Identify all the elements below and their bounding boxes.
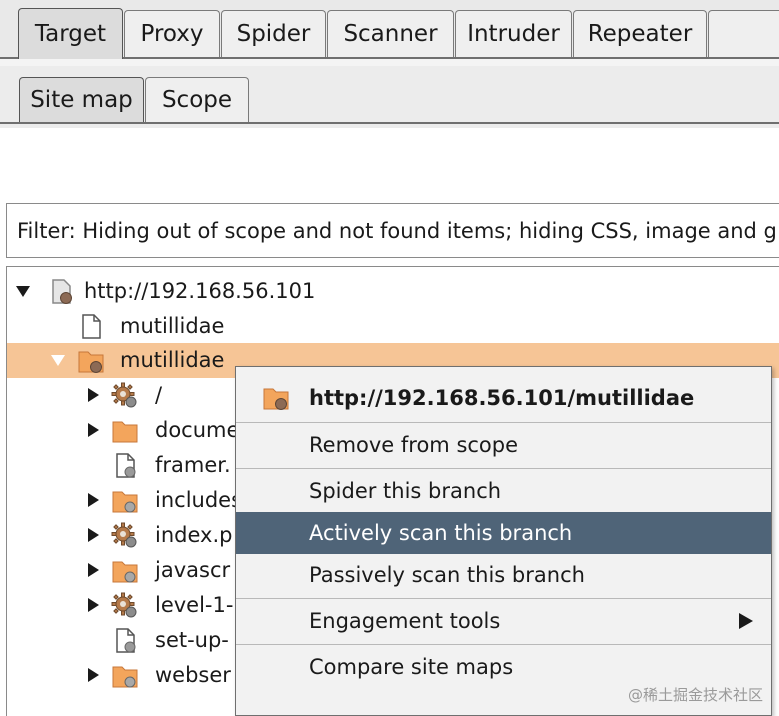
tree-node-label: framer. <box>155 453 231 477</box>
host-icon <box>47 278 75 305</box>
expand-arrow-icon[interactable] <box>88 528 99 542</box>
folder-icon <box>111 417 139 444</box>
file-icon <box>77 313 105 340</box>
expand-arrow-icon[interactable] <box>88 388 99 402</box>
filter-bar[interactable]: Filter: Hiding out of scope and not foun… <box>6 203 779 258</box>
expand-arrow-icon[interactable] <box>88 493 99 507</box>
tree-node-label: docume <box>155 418 240 442</box>
menu-item-label: Compare site maps <box>309 655 514 679</box>
tree-node-label: index.p <box>155 523 233 547</box>
tree-node-label: includes <box>155 488 243 512</box>
gear-icon <box>111 382 139 409</box>
context-menu: http://192.168.56.101/mutillidae Remove … <box>235 366 772 716</box>
menu-item-label: Actively scan this branch <box>309 521 573 545</box>
main-tab-bar: Target Proxy Spider Scanner Intruder Rep… <box>0 0 779 66</box>
tree-node-root[interactable]: http://192.168.56.101 <box>7 274 779 309</box>
tab-intruder[interactable]: Intruder <box>455 10 572 57</box>
menu-item-label: Remove from scope <box>309 433 519 457</box>
toolbar-area <box>0 128 779 200</box>
expand-arrow-icon[interactable] <box>88 598 99 612</box>
menu-item-label: Spider this branch <box>309 479 502 503</box>
folder-icon <box>262 384 290 411</box>
menu-separator <box>236 422 771 423</box>
menu-separator <box>236 468 771 469</box>
menu-item-remove-from-scope[interactable]: Remove from scope <box>236 424 771 466</box>
folder-icon <box>77 347 105 374</box>
tab-scanner[interactable]: Scanner <box>327 10 454 57</box>
expand-arrow-icon[interactable] <box>88 668 99 682</box>
tree-node-label: set-up- <box>155 628 229 652</box>
menu-separator <box>236 644 771 645</box>
menu-item-active-scan[interactable]: Actively scan this branch <box>236 512 771 554</box>
expand-arrow-icon[interactable] <box>16 286 30 297</box>
tab-spider[interactable]: Spider <box>221 10 326 57</box>
file-gear-icon <box>111 627 139 654</box>
menu-separator <box>236 598 771 599</box>
sub-tab-bar: Site map Scope <box>0 66 779 128</box>
tree-node-label: mutillidae <box>120 314 225 338</box>
tab-proxy[interactable]: Proxy <box>124 10 220 57</box>
expand-arrow-icon[interactable] <box>88 563 99 577</box>
tree-node-label: / <box>155 383 163 407</box>
submenu-arrow-icon <box>739 613 753 629</box>
tree-node-label: javascr <box>155 558 231 582</box>
menu-item-passive-scan[interactable]: Passively scan this branch <box>236 554 771 596</box>
tree-node-label: http://192.168.56.101 <box>84 279 316 303</box>
menu-item-label: Passively scan this branch <box>309 563 585 587</box>
gear-icon <box>111 522 139 549</box>
menu-item-spider-branch[interactable]: Spider this branch <box>236 470 771 512</box>
menu-item-label: Engagement tools <box>309 609 501 633</box>
folder-gear-icon <box>111 557 139 584</box>
tab-target[interactable]: Target <box>18 8 123 59</box>
tab-site-map[interactable]: Site map <box>19 77 144 122</box>
tree-node-file[interactable]: mutillidae <box>7 309 779 344</box>
tab-scope[interactable]: Scope <box>145 77 249 122</box>
folder-gear-icon <box>111 487 139 514</box>
menu-item-compare-site-maps[interactable]: Compare site maps <box>236 646 771 688</box>
expand-arrow-icon[interactable] <box>88 423 99 437</box>
tab-bar-underlay <box>0 59 779 66</box>
tree-node-label: mutillidae <box>120 348 225 372</box>
tree-node-label: level-1- <box>155 593 234 617</box>
menu-header-label: http://192.168.56.101/mutillidae <box>309 386 695 410</box>
watermark: @稀土掘金技术社区 <box>628 686 764 704</box>
folder-gear-icon <box>111 662 139 689</box>
menu-header: http://192.168.56.101/mutillidae <box>236 377 771 419</box>
tree-node-label: webser <box>155 663 231 687</box>
tab-repeater[interactable]: Repeater <box>573 10 707 57</box>
tab-overflow[interactable] <box>708 10 779 57</box>
menu-item-engagement-tools[interactable]: Engagement tools <box>236 600 771 642</box>
gear-icon <box>111 592 139 619</box>
expand-arrow-icon[interactable] <box>51 355 65 366</box>
file-gear-icon <box>111 452 139 479</box>
